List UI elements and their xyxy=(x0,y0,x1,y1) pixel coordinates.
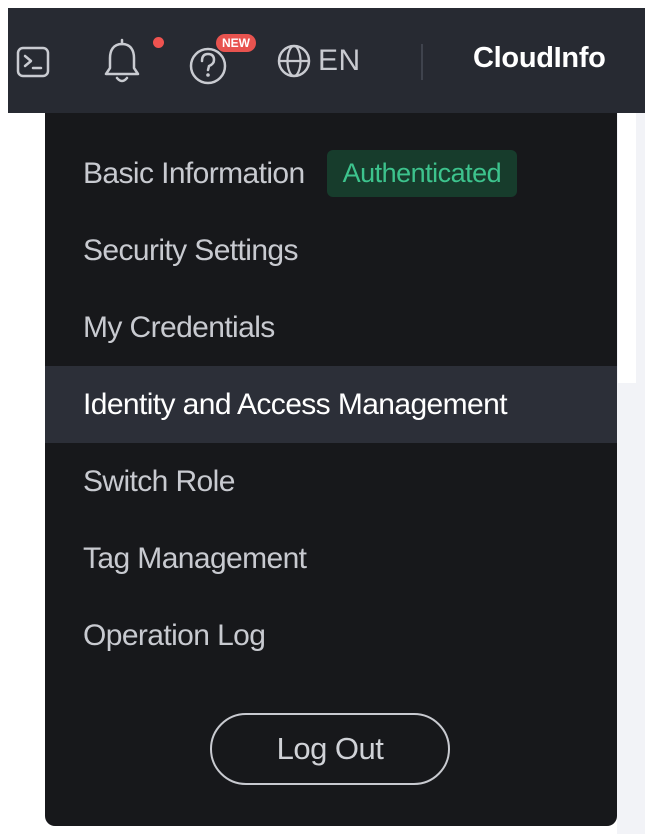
menu-item-label: Identity and Access Management xyxy=(83,387,508,421)
new-badge: NEW xyxy=(216,34,256,52)
logout-button[interactable]: Log Out xyxy=(210,713,450,785)
authenticated-badge: Authenticated xyxy=(326,150,518,197)
menu-item-basic-information[interactable]: Basic Information Authenticated xyxy=(45,135,617,212)
menu-item-label: Security Settings xyxy=(83,233,299,267)
globe-icon xyxy=(277,44,311,78)
menu-item-identity-and-access-management[interactable]: Identity and Access Management xyxy=(45,366,617,443)
menu-item-tag-management[interactable]: Tag Management xyxy=(45,520,617,597)
language-label: EN xyxy=(318,44,361,77)
menu-item-label: My Credentials xyxy=(83,310,275,344)
terminal-icon[interactable] xyxy=(16,46,50,78)
menu-item-label: Switch Role xyxy=(83,464,235,498)
menu-item-operation-log[interactable]: Operation Log xyxy=(45,597,617,674)
menu-item-my-credentials[interactable]: My Credentials xyxy=(45,289,617,366)
account-dropdown-menu: Basic Information Authenticated Security… xyxy=(45,113,617,826)
language-switcher[interactable]: EN xyxy=(276,41,361,81)
menu-item-label: Operation Log xyxy=(83,618,266,652)
account-name[interactable]: CloudInfo xyxy=(473,42,606,75)
top-navigation-bar: NEW EN CloudInfo xyxy=(8,8,645,113)
notification-dot xyxy=(153,37,164,48)
topbar-divider xyxy=(421,44,423,80)
menu-item-switch-role[interactable]: Switch Role xyxy=(45,443,617,520)
menu-item-label: Tag Management xyxy=(83,541,307,575)
bell-icon[interactable] xyxy=(102,38,142,86)
menu-item-label: Basic Information xyxy=(83,156,305,190)
scrollbar-track xyxy=(618,113,636,383)
menu-item-security-settings[interactable]: Security Settings xyxy=(45,212,617,289)
